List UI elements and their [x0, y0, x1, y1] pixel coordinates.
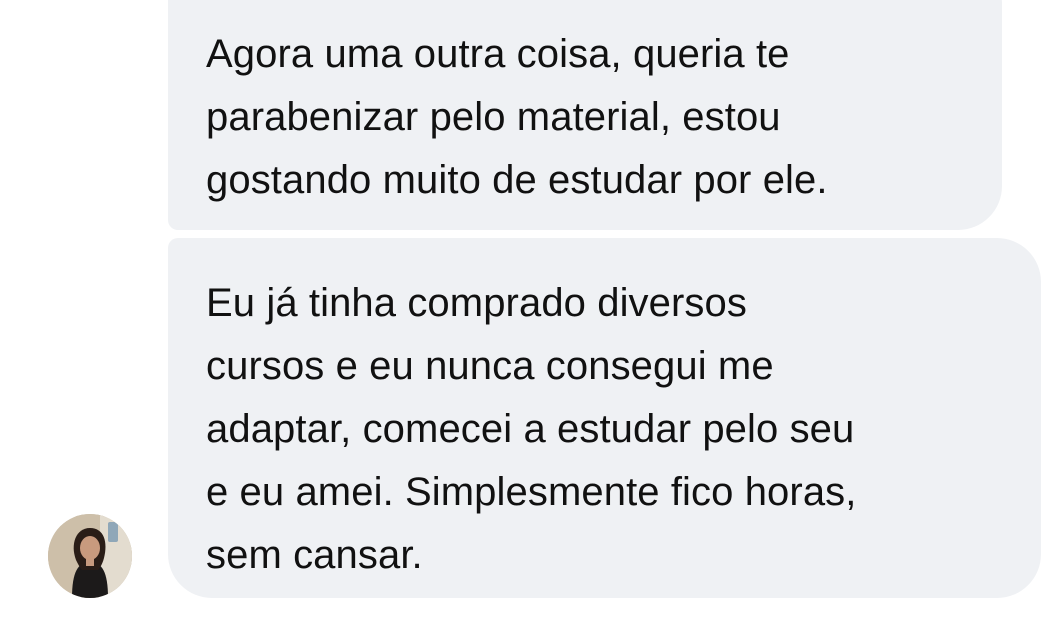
message-bubble[interactable]: Eu já tinha comprado diversos cursos e e…	[168, 238, 1041, 598]
message-text: Eu já tinha comprado diversos cursos e e…	[206, 281, 857, 577]
message-bubble[interactable]: Agora uma outra coisa, queria te paraben…	[168, 0, 1002, 230]
message-text: Agora uma outra coisa, queria te paraben…	[206, 32, 828, 202]
message-thread: Agora uma outra coisa, queria te paraben…	[0, 0, 1057, 639]
avatar[interactable]	[48, 514, 132, 598]
profile-photo-icon	[48, 514, 132, 598]
